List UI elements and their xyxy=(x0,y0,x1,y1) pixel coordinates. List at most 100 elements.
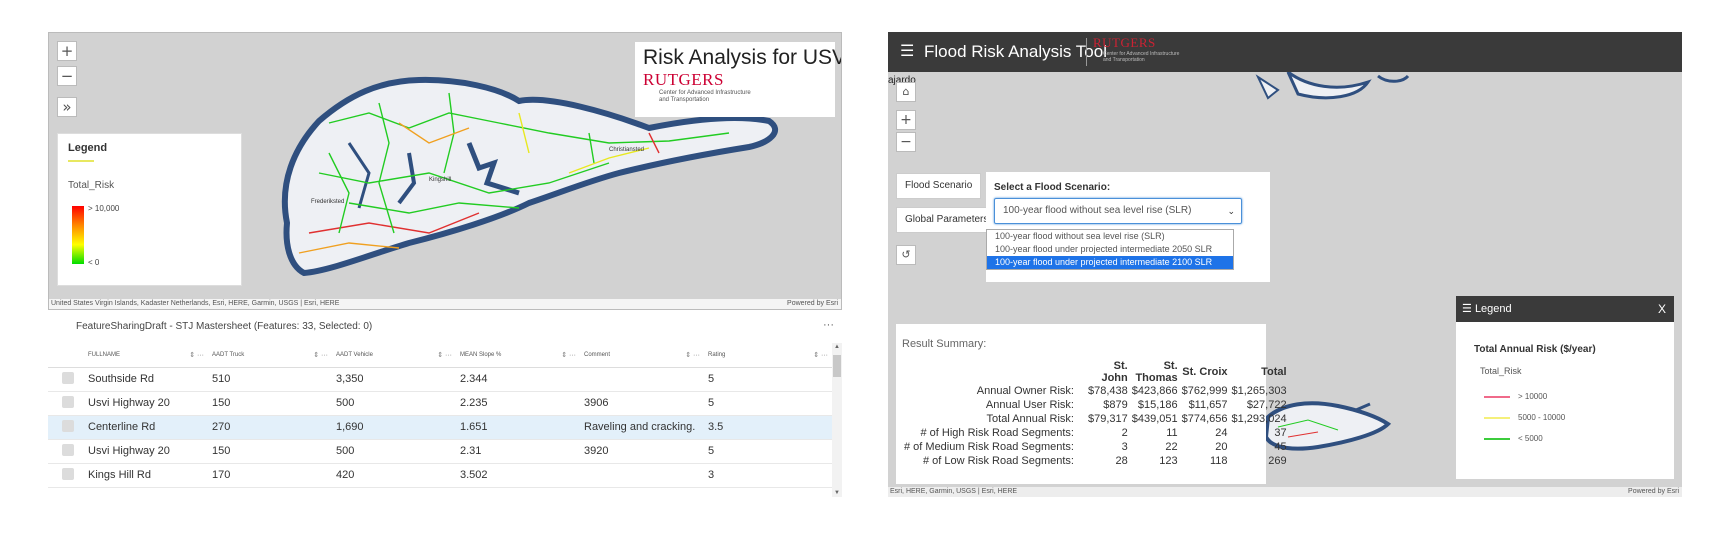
summary-title: Result Summary: xyxy=(902,338,987,350)
christiansted-label: Christiansted xyxy=(609,147,644,153)
app-header: ☰ Flood Risk Analysis Tool RUTGERS Cente… xyxy=(888,32,1682,72)
brand-subtitle-2: and Transportation xyxy=(659,97,710,103)
legend-title: Legend xyxy=(68,142,108,154)
left-panel: Frederiksted Kingshill Christiansted + −… xyxy=(48,32,842,497)
brand-subtitle-2: and Transportation xyxy=(1103,57,1145,63)
zoom-out-button[interactable]: − xyxy=(896,132,916,152)
column-header[interactable]: AADT Truck ⇕ ··· xyxy=(208,343,332,368)
sort-menu-icon[interactable]: ⇕ ··· xyxy=(437,351,452,359)
scenario-option-highlighted[interactable]: 100-year flood under projected intermedi… xyxy=(987,256,1233,269)
summary-row: Annual User Risk: $879 $15,186 $11,657 $27,7… xyxy=(985,399,1287,411)
legend-swatch xyxy=(1484,395,1510,398)
summary-row: # of Low Risk Road Segments: 28 123 118 269 xyxy=(922,455,1287,467)
legend-item: > 10000 xyxy=(1484,392,1547,401)
home-icon[interactable]: ⌂ xyxy=(896,82,916,102)
app-title: Flood Risk Analysis Tool xyxy=(924,42,1107,61)
table-menu-button[interactable]: ··· xyxy=(823,319,834,331)
scenario-label: Select a Flood Scenario: xyxy=(994,182,1111,193)
summary-header-row: St. John St. Thomas St. Croix Total xyxy=(902,360,1289,384)
feature-table: FeatureSharingDraft - STJ Mastersheet (F… xyxy=(48,315,842,497)
column-header[interactable]: Comment ⇕ ··· xyxy=(580,343,704,368)
summary-row: Annual Owner Risk: $78,438 $423,866 $762,99… xyxy=(976,385,1287,397)
table-row[interactable]: Southside Rd 510 3,350 2.344 5 xyxy=(48,367,832,392)
cell: 420 xyxy=(332,463,456,488)
cell: 1.651 xyxy=(456,415,580,440)
map-attribution: United States Virgin Islands, Kadaster N… xyxy=(49,299,841,309)
cell: 5 xyxy=(704,367,832,392)
table-title: FeatureSharingDraft - STJ Mastersheet (F… xyxy=(76,321,373,332)
refresh-icon[interactable]: ↺ xyxy=(896,245,916,265)
map-title-card: Risk Analysis for USVI RUTGERS Center fo… xyxy=(635,42,842,117)
sort-menu-icon[interactable]: ⇕ ··· xyxy=(313,351,328,359)
map-legend: Legend Total_Risk > 10,000 < 0 xyxy=(57,133,242,286)
cell xyxy=(580,463,704,488)
scenario-selected-value: 100-year flood without sea level rise (S… xyxy=(1003,205,1192,216)
table-row[interactable]: Kings Hill Rd 170 420 3.502 3 xyxy=(48,463,832,488)
sort-menu-icon[interactable]: ⇕ ··· xyxy=(685,351,700,359)
row-checkbox[interactable] xyxy=(62,419,74,432)
close-icon[interactable]: X xyxy=(1658,296,1666,322)
scenario-option[interactable]: 100-year flood under projected intermedi… xyxy=(987,243,1233,256)
cell: 3,350 xyxy=(332,367,456,392)
attribute-grid: FULLNAME ⇕ ··· AADT Truck ⇕ ··· AADT Vehic… xyxy=(48,343,832,488)
table-row[interactable]: Usvi Highway 20 150 500 2.235 3906 5 xyxy=(48,391,832,416)
scroll-thumb[interactable] xyxy=(833,355,841,377)
powered-by-esri[interactable]: Powered by Esri xyxy=(787,299,838,309)
column-header[interactable]: FULLNAME ⇕ ··· xyxy=(84,343,208,368)
left-map-view[interactable]: Frederiksted Kingshill Christiansted + −… xyxy=(48,32,842,310)
cell: Raveling and cracking. xyxy=(580,415,704,440)
cell: 5 xyxy=(704,391,832,416)
brand-subtitle-1: Center for Advanced Infrastructure xyxy=(659,90,751,96)
scenario-options-list[interactable]: 100-year flood without sea level rise (S… xyxy=(986,229,1234,270)
chevron-down-icon[interactable]: ⌄ xyxy=(1227,199,1235,223)
result-summary: Result Summary: St. John St. Thomas St. … xyxy=(896,324,1287,484)
scroll-up-icon[interactable]: ▲ xyxy=(834,344,840,350)
cell: Southside Rd xyxy=(84,367,208,392)
cell: 150 xyxy=(208,391,332,416)
cell: Usvi Highway 20 xyxy=(84,391,208,416)
summary-row: # of Medium Risk Road Segments: 3 22 20 45 xyxy=(904,441,1287,453)
scenario-option[interactable]: 100-year flood without sea level rise (S… xyxy=(987,230,1233,243)
legend-header: ☰ Legend X xyxy=(1456,296,1674,322)
row-checkbox[interactable] xyxy=(62,467,74,480)
attribution-text: United States Virgin Islands, Kadaster N… xyxy=(51,300,340,307)
cell: 270 xyxy=(208,415,332,440)
column-header[interactable]: Rating ⇕ ··· xyxy=(704,343,832,368)
rutgers-logo: RUTGERS Center for Advanced Infrastructu… xyxy=(1093,35,1179,63)
scroll-down-icon[interactable]: ▼ xyxy=(834,490,840,496)
column-header[interactable]: MEAN Slope % ⇕ ··· xyxy=(456,343,580,368)
cell: 1,690 xyxy=(332,415,456,440)
cell: 500 xyxy=(332,391,456,416)
legend-field-label: Total_Risk xyxy=(1480,366,1522,376)
row-checkbox[interactable] xyxy=(62,371,74,384)
zoom-in-button[interactable]: + xyxy=(57,41,77,61)
list-icon: ☰ xyxy=(1462,303,1472,315)
scenario-select[interactable]: 100-year flood without sea level rise (S… xyxy=(994,198,1242,224)
table-row[interactable]: Centerline Rd 270 1,690 1.651 Raveling a… xyxy=(48,415,832,440)
powered-by-esri[interactable]: Powered by Esri xyxy=(1628,487,1679,497)
expand-panel-button[interactable]: » xyxy=(57,97,77,117)
row-checkbox[interactable] xyxy=(62,443,74,456)
right-panel[interactable]: ☰ Flood Risk Analysis Tool RUTGERS Cente… xyxy=(888,32,1682,497)
legend-panel: ☰ Legend X Total Annual Risk ($/year) To… xyxy=(1456,296,1674,479)
zoom-in-button[interactable]: + xyxy=(896,110,916,130)
ramp-min-label: < 0 xyxy=(88,258,100,267)
zoom-out-button[interactable]: − xyxy=(57,66,77,86)
map-title: Risk Analysis for USVI xyxy=(643,46,842,69)
cell: 2.235 xyxy=(456,391,580,416)
tab-flood-scenario[interactable]: Flood Scenario xyxy=(896,173,982,199)
tab-global-parameters[interactable]: Global Parameters xyxy=(896,207,998,233)
sort-menu-icon[interactable]: ⇕ ··· xyxy=(189,351,204,359)
table-scrollbar[interactable]: ▲ ▼ xyxy=(832,343,842,497)
table-row[interactable]: Usvi Highway 20 150 500 2.31 3920 5 xyxy=(48,439,832,464)
column-header[interactable]: AADT Vehicle ⇕ ··· xyxy=(332,343,456,368)
sort-menu-icon[interactable]: ⇕ ··· xyxy=(813,351,828,359)
row-checkbox[interactable] xyxy=(62,395,74,408)
cell: 3 xyxy=(704,463,832,488)
header-divider xyxy=(1086,38,1087,66)
cell xyxy=(580,367,704,392)
menu-icon[interactable]: ☰ xyxy=(900,41,914,61)
cell: 500 xyxy=(332,439,456,464)
cell: 3920 xyxy=(580,439,704,464)
sort-menu-icon[interactable]: ⇕ ··· xyxy=(561,351,576,359)
